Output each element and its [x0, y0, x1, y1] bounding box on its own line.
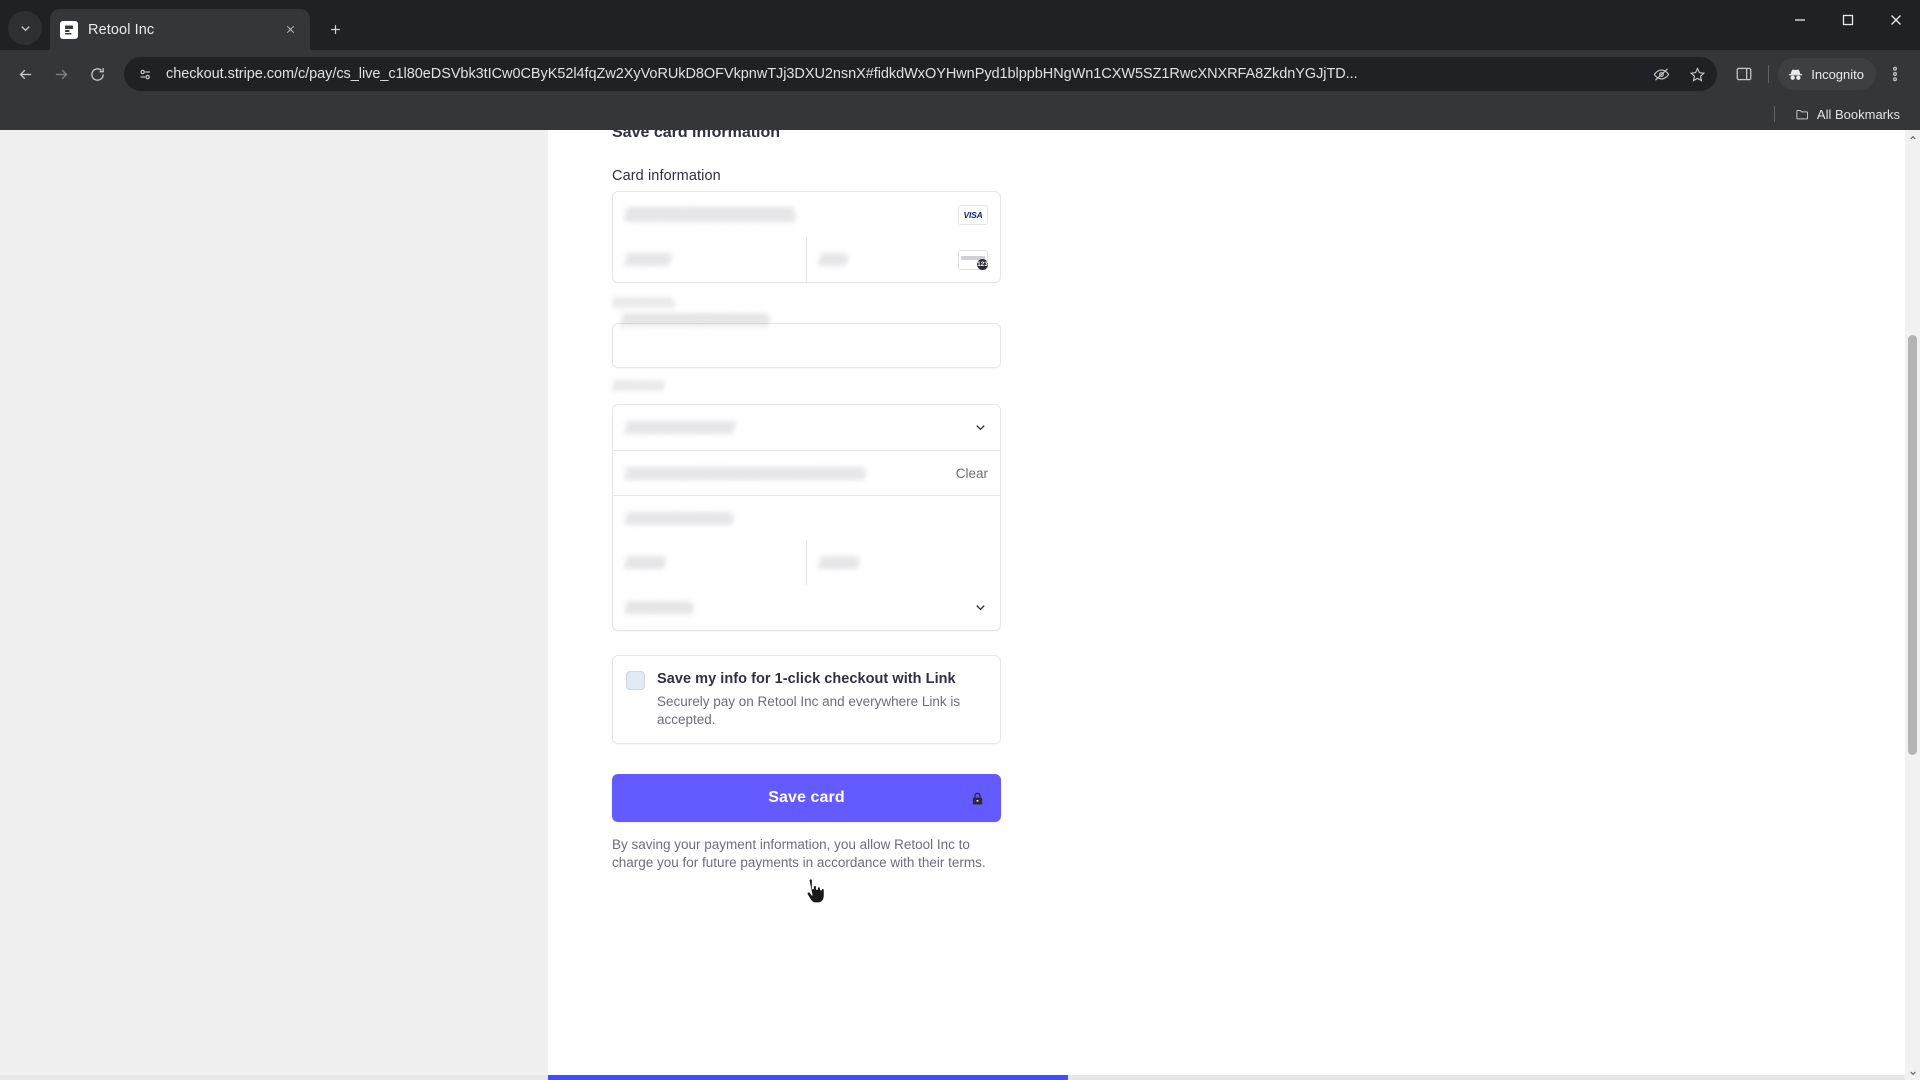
- cardholder-label-redacted: [612, 297, 674, 308]
- visa-icon: VISA: [958, 204, 988, 225]
- all-bookmarks-button[interactable]: All Bookmarks: [1789, 104, 1906, 125]
- browser-tab-retool-inc[interactable]: Retool Inc: [50, 9, 310, 50]
- new-tab-button[interactable]: [320, 14, 350, 44]
- state-redacted-value: [625, 601, 693, 614]
- address-redacted-value: [625, 466, 865, 480]
- address-bar[interactable]: checkout.stripe.com/c/pay/cs_live_c1l80e…: [124, 57, 1718, 91]
- reload-button[interactable]: [80, 57, 114, 91]
- three-dot-menu-icon[interactable]: [1878, 57, 1912, 91]
- legal-disclaimer: By saving your payment information, you …: [612, 837, 986, 870]
- tracking-protection-icon[interactable]: [1647, 60, 1675, 88]
- address2-redacted-value: [625, 511, 733, 525]
- bookmark-star-icon[interactable]: [1683, 60, 1711, 88]
- minimize-button[interactable]: [1776, 0, 1824, 40]
- card-brand-badges: VISA: [950, 204, 988, 225]
- link-save-info-texts: Save my info for 1-click checkout with L…: [657, 670, 986, 729]
- card-number-redacted-value: [625, 207, 795, 222]
- browser-window: Retool Inc checkout.stripe.com/c/pay/cs_…: [0, 0, 1920, 1080]
- save-card-button[interactable]: Save card: [612, 774, 1001, 823]
- billing-address-group: Clear: [612, 404, 1001, 631]
- city-input[interactable]: [613, 540, 806, 585]
- card-expiry-input[interactable]: [613, 237, 806, 282]
- card-number-input[interactable]: VISA: [613, 192, 1000, 237]
- country-label-redacted: [612, 380, 664, 391]
- address-line1-input[interactable]: Clear: [613, 450, 1000, 495]
- tab-close-icon[interactable]: [280, 20, 300, 40]
- side-panel-icon[interactable]: [1727, 57, 1761, 91]
- cardholder-name-redacted-value: [621, 313, 769, 326]
- tab-title: Retool Inc: [88, 21, 155, 38]
- maximize-button[interactable]: [1824, 0, 1872, 40]
- checkout-form-column: Save card information Card information V…: [548, 130, 1920, 1080]
- card-cvc-input[interactable]: 123: [806, 237, 1000, 282]
- browser-toolbar: checkout.stripe.com/c/pay/cs_live_c1l80e…: [0, 50, 1920, 98]
- city-redacted-value: [625, 556, 665, 569]
- cardholder-name-input[interactable]: [612, 313, 1001, 368]
- card-information-group: VISA 123: [612, 191, 1001, 283]
- chevron-down-icon: [973, 420, 988, 435]
- tab-strip: Retool Inc: [0, 0, 1920, 50]
- card-expiry-cvc-row: 123: [613, 237, 1000, 282]
- postal-code-input[interactable]: [806, 540, 1000, 585]
- cvc-redacted-value: [819, 253, 847, 266]
- all-bookmarks-label: All Bookmarks: [1816, 106, 1900, 122]
- page-viewport: Save card information Card information V…: [0, 130, 1920, 1080]
- chevron-down-icon-state: [973, 600, 988, 615]
- scrollbar-thumb[interactable]: [1908, 335, 1917, 755]
- scrollbar-down-arrow[interactable]: [1905, 1065, 1920, 1080]
- country-redacted-value: [625, 421, 735, 434]
- url-text: checkout.stripe.com/c/pay/cs_live_c1l80e…: [166, 66, 1358, 82]
- expiry-redacted-value: [625, 253, 671, 266]
- link-save-info-box[interactable]: Save my info for 1-click checkout with L…: [612, 655, 1001, 745]
- back-button[interactable]: [8, 57, 42, 91]
- toolbar-divider: [1768, 65, 1770, 83]
- page-bottom-bar: [0, 1075, 1920, 1080]
- incognito-indicator[interactable]: Incognito: [1778, 58, 1876, 90]
- link-save-info-subtitle: Securely pay on Retool Inc and everywher…: [657, 694, 961, 728]
- cvc-card-icon: 123: [958, 249, 988, 270]
- country-select[interactable]: [613, 405, 1000, 450]
- checkout-summary-column: [0, 130, 548, 1080]
- retool-favicon: [60, 20, 78, 39]
- forward-button[interactable]: [44, 57, 78, 91]
- close-window-button[interactable]: [1872, 0, 1920, 40]
- page-progress-fill: [548, 1075, 1068, 1080]
- postal-redacted-value: [819, 556, 859, 569]
- folder-icon: [1796, 109, 1808, 119]
- save-card-button-label: Save card: [768, 789, 845, 807]
- link-save-info-checkbox[interactable]: [626, 671, 645, 690]
- page-scrollbar[interactable]: [1905, 130, 1920, 1080]
- link-save-info-title: Save my info for 1-click checkout with L…: [657, 671, 956, 687]
- tab-search-button[interactable]: [8, 11, 42, 45]
- state-select[interactable]: [613, 585, 1000, 630]
- stripe-checkout-form: Save card information Card information V…: [580, 130, 1035, 1080]
- incognito-label: Incognito: [1811, 66, 1864, 82]
- address-line2-input[interactable]: [613, 495, 1000, 540]
- scrollbar-up-arrow[interactable]: [1905, 130, 1920, 145]
- site-settings-icon[interactable]: [132, 61, 158, 87]
- bookmarks-bar: All Bookmarks: [0, 98, 1920, 130]
- city-postal-row: [613, 540, 1000, 585]
- bookmarks-divider: [1773, 106, 1775, 122]
- lock-icon: [970, 790, 985, 807]
- incognito-hat-icon: [1789, 69, 1803, 80]
- save-card-information-heading: Save card information: [612, 130, 781, 141]
- cvc-badge-wrap: 123: [950, 249, 988, 270]
- cvc-digits: 123: [977, 258, 988, 270]
- card-information-label: Card information: [612, 168, 721, 184]
- window-controls: [1776, 0, 1920, 50]
- clear-address-button[interactable]: Clear: [945, 465, 988, 481]
